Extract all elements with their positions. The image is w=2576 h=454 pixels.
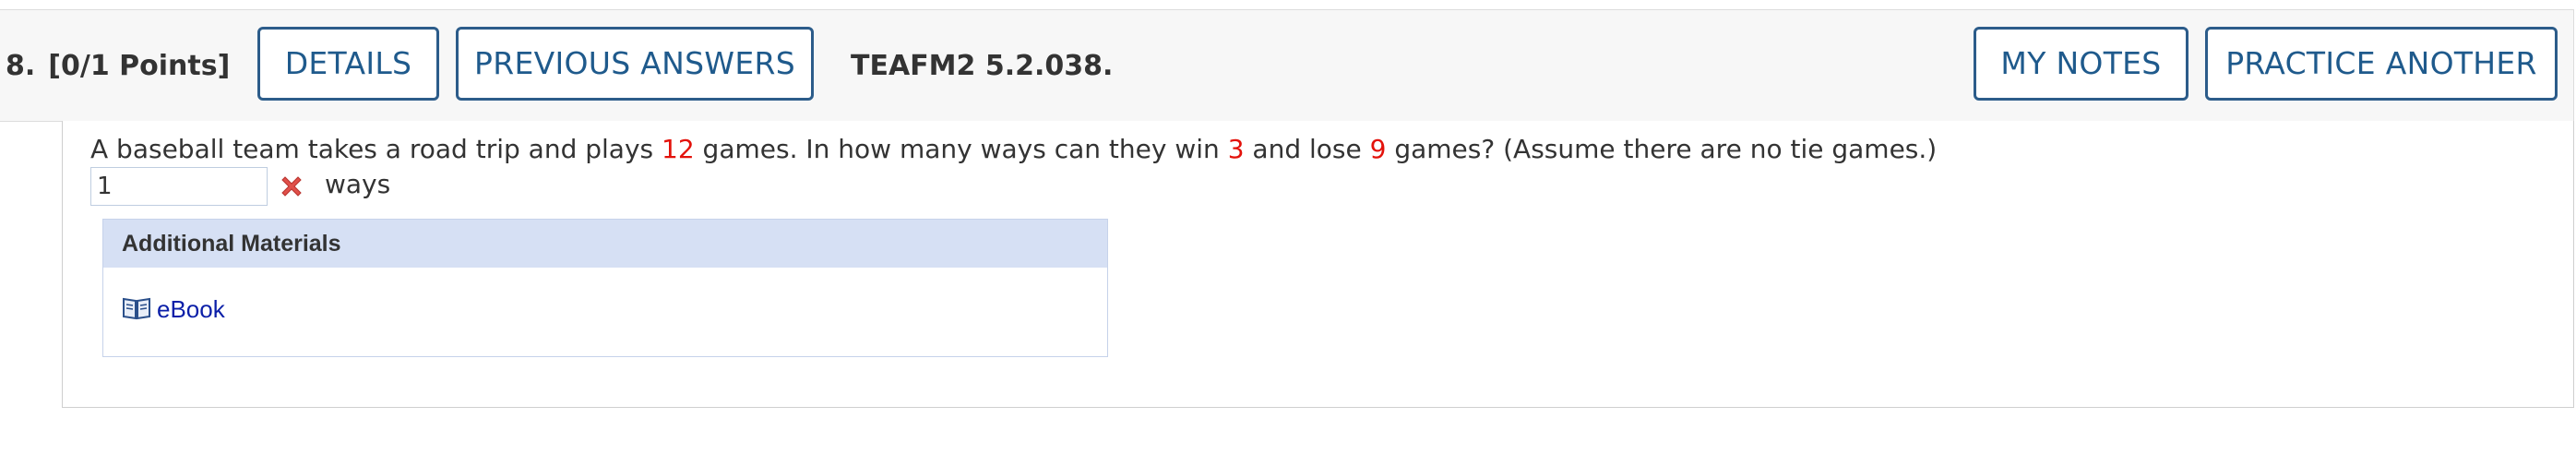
my-notes-button[interactable]: MY NOTES [1974,27,2188,101]
question-text-part: games. In how many ways can they win [694,134,1228,164]
question-number-label: 8. [0/1 Points] [6,10,230,123]
wins-value: 3 [1227,134,1245,164]
answer-unit-label: ways [325,169,391,199]
question-number: 8. [6,50,36,82]
question-text-part: games? (Assume there are no tie games.) [1386,134,1938,164]
question-text-part: and lose [1244,134,1370,164]
details-button[interactable]: DETAILS [257,27,439,101]
question-page: 8. [0/1 Points] DETAILS PREVIOUS ANSWERS … [0,0,2576,454]
previous-answers-button[interactable]: PREVIOUS ANSWERS [456,27,814,101]
incorrect-x-icon [281,176,302,197]
question-text-part: A baseball team takes a road trip and pl… [90,134,662,164]
ebook-label[interactable]: eBook [157,293,225,325]
book-icon [123,297,150,320]
practice-another-button[interactable]: PRACTICE ANOTHER [2205,27,2558,101]
losses-value: 9 [1369,134,1387,164]
points-label: [0/1 Points] [48,50,231,82]
additional-materials-panel: Additional Materials eBook [102,219,1108,357]
question-text: A baseball team takes a road trip and pl… [90,134,1937,164]
question-body: A baseball team takes a road trip and pl… [62,121,2574,408]
question-header: 8. [0/1 Points] DETAILS PREVIOUS ANSWERS … [0,9,2574,122]
additional-materials-title: Additional Materials [103,220,1107,268]
assignment-code: TEAFM2 5.2.038. [851,50,1114,82]
answer-input[interactable] [90,167,268,206]
games-total-value: 12 [662,134,695,164]
